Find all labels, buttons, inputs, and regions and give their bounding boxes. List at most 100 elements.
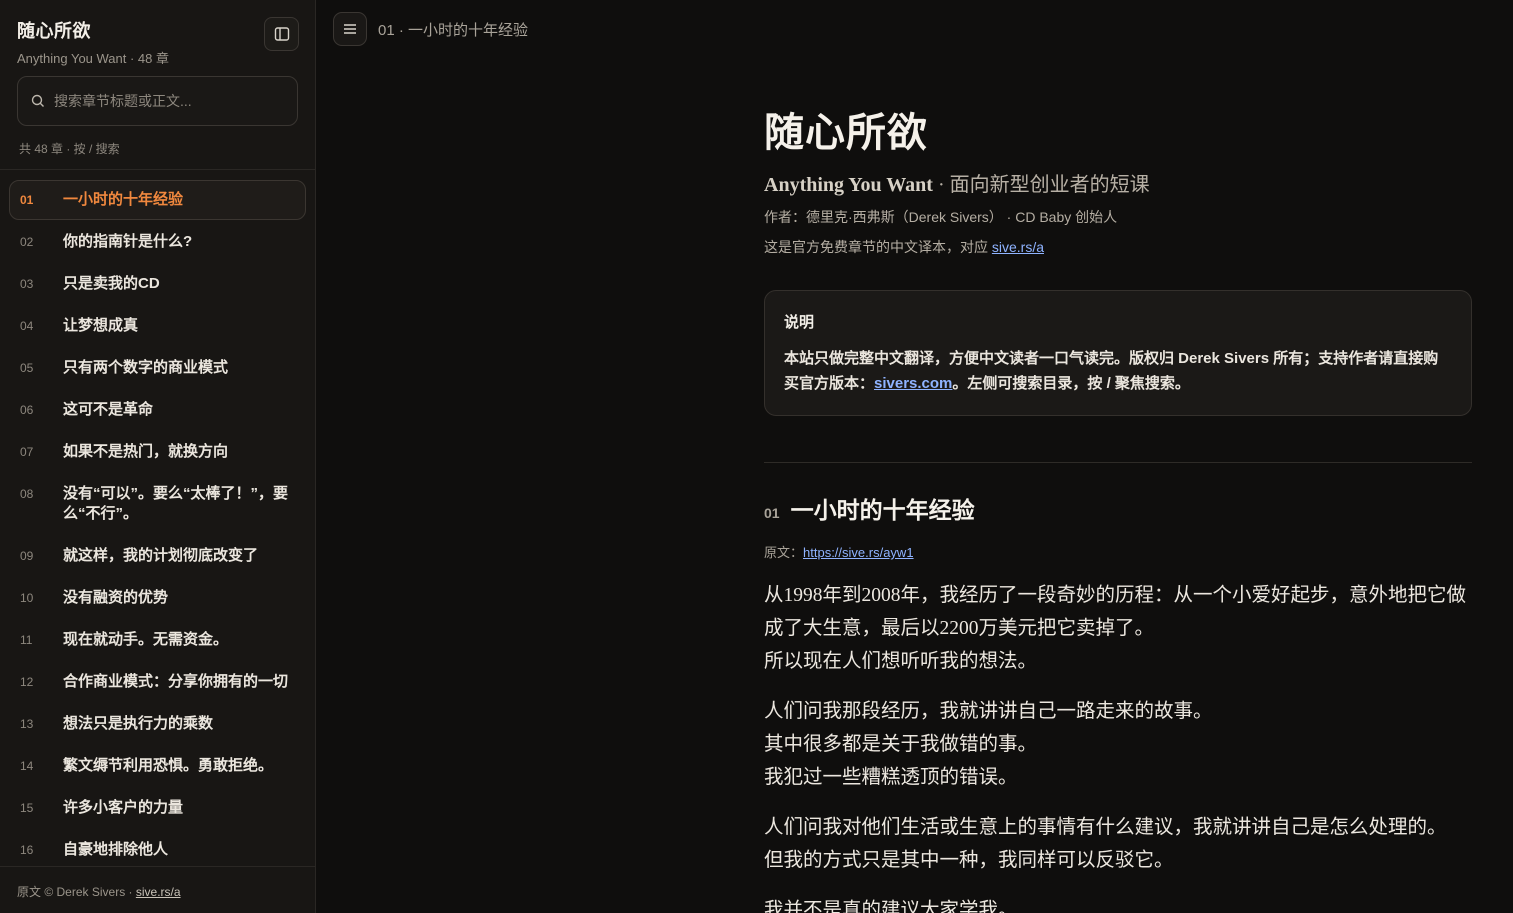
- translation-line: 这是官方免费章节的中文译本，对应 sive.rs/a: [764, 237, 1472, 257]
- sidebar-item-label: 让梦想成真: [63, 317, 139, 334]
- sidebar-item-number: 15: [20, 801, 34, 815]
- sidebar-item-number: 12: [20, 675, 34, 689]
- paragraph: 人们问我对他们生活或生意上的事情有什么建议，我就讲讲自己是怎么处理的。 但我的方式…: [764, 811, 1472, 877]
- sidebar-book-title: 随心所欲: [17, 21, 91, 41]
- sidebar-item-number: 02: [20, 235, 34, 249]
- sidebar-item-07[interactable]: 07 如果不是热门，就换方向: [9, 432, 306, 472]
- sidebar-item-08[interactable]: 08 没有“可以”。要么“太棒了！”，要么“不行”。: [9, 474, 306, 534]
- footer-source-link[interactable]: sive.rs/a: [136, 885, 181, 899]
- sidebar-item-label: 想法只是执行力的乘数: [63, 715, 214, 732]
- sidebar-item-11[interactable]: 11 现在就动手。无需资金。: [9, 620, 306, 660]
- chapter-heading: 01 一小时的十年经验: [764, 491, 1472, 525]
- sidebar-item-12[interactable]: 12 合作商业模式：分享你拥有的一切: [9, 662, 306, 702]
- paragraph-line: 人们问我那段经历，我就讲讲自己一路走来的故事。: [764, 701, 1213, 722]
- sidebar-footer: 原文 © Derek Sivers · sive.rs/a: [0, 866, 315, 913]
- notice-box: 说明 本站只做完整中文翻译，方便中文读者一口气读完。版权归 Derek Sive…: [764, 290, 1472, 416]
- chapter-title: 一小时的十年经验: [790, 497, 975, 523]
- sidebar-item-number: 03: [20, 277, 34, 291]
- sidebar-item-label: 合作商业模式：分享你拥有的一切: [63, 673, 289, 690]
- sidebar-item-label: 这可不是革命: [63, 401, 154, 418]
- sidebar-item-15[interactable]: 15 许多小客户的力量: [9, 788, 306, 828]
- paragraph-line: 我并不是真的建议大家学我。: [764, 900, 1018, 913]
- paragraph: 从1998年到2008年，我经历了一段奇妙的历程：从一个小爱好起步，意外地把它做…: [764, 579, 1472, 678]
- sidebar-item-number: 01: [20, 193, 34, 207]
- sidebar-item-16[interactable]: 16 自豪地排除他人: [9, 830, 306, 866]
- app-root: 随心所欲 Anything You Want · 48 章 共 48 章 · 按…: [0, 0, 1513, 913]
- search-box[interactable]: [17, 76, 298, 126]
- sidebar-item-number: 13: [20, 717, 34, 731]
- search-icon: [31, 94, 44, 107]
- paragraph-line: 我犯过一些糟糕透顶的错误。: [764, 767, 1018, 788]
- paragraph: 人们问我那段经历，我就讲讲自己一路走来的故事。 其中很多都是关于我做错的事。 我犯过…: [764, 695, 1472, 794]
- sidebar-item-14[interactable]: 14 繁文缛节利用恐惧。勇敢拒绝。: [9, 746, 306, 786]
- page-subtitle: Anything You Want · 面向新型创业者的短课: [764, 168, 1472, 197]
- sidebar-item-label: 没有“可以”。要么“太棒了！”，要么“不行”。: [63, 485, 289, 522]
- hamburger-icon: [344, 24, 356, 34]
- sidebar-item-05[interactable]: 05 只有两个数字的商业模式: [9, 348, 306, 388]
- chapter-number: 01: [764, 505, 780, 521]
- subtitle-chinese: · 面向新型创业者的短课: [932, 174, 1150, 196]
- sidebar-item-label: 只有两个数字的商业模式: [63, 359, 229, 376]
- footer-copyright: 原文 © Derek Sivers ·: [17, 885, 136, 899]
- sidebar-item-label: 如果不是热门，就换方向: [63, 443, 229, 460]
- paragraph-line: 所以现在人们想听听我的想法。: [764, 651, 1038, 672]
- sidebar-item-03[interactable]: 03 只是卖我的CD: [9, 264, 306, 304]
- sidebar-item-label: 许多小客户的力量: [63, 799, 184, 816]
- source-url-link[interactable]: https://sive.rs/ayw1: [803, 545, 914, 560]
- sidebar-item-number: 04: [20, 319, 34, 333]
- search-input[interactable]: [54, 93, 274, 109]
- sidebar-item-13[interactable]: 13 想法只是执行力的乘数: [9, 704, 306, 744]
- table-of-contents: 01 一小时的十年经验 02 你的指南针是什么? 03 只是卖我的CD 04 让梦想成真 05 只…: [0, 170, 315, 866]
- sidebar-item-09[interactable]: 09 就这样，我的计划彻底改变了: [9, 536, 306, 576]
- main-content: 01 · 一小时的十年经验 随心所欲 Anything You Want · 面…: [316, 0, 1513, 913]
- sidebar-item-label: 就这样，我的计划彻底改变了: [63, 547, 259, 564]
- sidebar-item-number: 16: [20, 843, 34, 857]
- sidebar-item-label: 现在就动手。无需资金。: [63, 631, 229, 648]
- notice-text-2: 。左侧可搜索目录，按 / 聚焦搜索。: [952, 375, 1190, 392]
- sidebar-item-02[interactable]: 02 你的指南针是什么?: [9, 222, 306, 262]
- sidebar-item-04[interactable]: 04 让梦想成真: [9, 306, 306, 346]
- chapter-count-hint: 共 48 章 · 按 / 搜索: [19, 142, 120, 156]
- source-label: 原文：: [764, 545, 804, 560]
- paragraph-line: 其中很多都是关于我做错的事。: [764, 734, 1038, 755]
- sidebar-item-number: 05: [20, 361, 34, 375]
- sidebar-item-label: 繁文缛节利用恐惧。勇敢拒绝。: [63, 757, 274, 774]
- sidebar-item-06[interactable]: 06 这可不是革命: [9, 390, 306, 430]
- translation-source-link[interactable]: sive.rs/a: [992, 239, 1044, 255]
- chapter-source: 原文：https://sive.rs/ayw1: [764, 542, 1472, 561]
- sidebar-item-01[interactable]: 01 一小时的十年经验: [9, 180, 306, 220]
- sidebar: 随心所欲 Anything You Want · 48 章 共 48 章 · 按…: [0, 0, 316, 913]
- paragraph-line: 从1998年到2008年，我经历了一段奇妙的历程：从一个小爱好起步，意外地把它做: [764, 585, 1467, 606]
- sidebar-item-label: 你的指南针是什么?: [63, 233, 193, 250]
- topbar: 01 · 一小时的十年经验: [333, 12, 528, 46]
- sidebar-item-10[interactable]: 10 没有融资的优势: [9, 578, 306, 618]
- sidebar-item-number: 11: [20, 633, 33, 647]
- sidebar-item-number: 07: [20, 445, 34, 459]
- paragraph-line: 但我的方式只是其中一种，我同样可以反驳它。: [764, 850, 1174, 871]
- sidebar-toggle-button[interactable]: [264, 17, 299, 51]
- sidebar-book-subtitle: Anything You Want · 48 章: [17, 51, 170, 66]
- paragraph-line: 人们问我对他们生活或生意上的事情有什么建议，我就讲讲自己是怎么处理的。: [764, 817, 1447, 838]
- notice-heading: 说明: [784, 314, 815, 331]
- sidebar-panel-icon: [274, 27, 289, 41]
- breadcrumb: 01 · 一小时的十年经验: [378, 21, 529, 39]
- sidebar-item-label: 只是卖我的CD: [63, 275, 160, 292]
- sidebar-item-number: 14: [20, 759, 34, 773]
- article: 随心所欲 Anything You Want · 面向新型创业者的短课 作者：德…: [764, 100, 1472, 913]
- sidebar-header: 随心所欲 Anything You Want · 48 章: [0, 0, 315, 72]
- translation-text: 这是官方免费章节的中文译本，对应: [764, 239, 992, 255]
- sidebar-item-label: 没有融资的优势: [63, 589, 169, 606]
- sidebar-item-number: 10: [20, 591, 34, 605]
- chapter-body: 从1998年到2008年，我经历了一段奇妙的历程：从一个小爱好起步，意外地把它做…: [764, 579, 1472, 913]
- menu-button[interactable]: [333, 12, 367, 46]
- page-title: 随心所欲: [764, 109, 928, 156]
- sidebar-item-label: 自豪地排除他人: [63, 841, 169, 858]
- section-divider: [764, 462, 1472, 463]
- subtitle-english: Anything You Want: [764, 174, 933, 196]
- notice-body: 本站只做完整中文翻译，方便中文读者一口气读完。版权归 Derek Sivers …: [784, 346, 1452, 396]
- notice-link[interactable]: sivers.com: [874, 375, 952, 392]
- paragraph-line: 成了大生意，最后以2200万美元把它卖掉了。: [764, 618, 1155, 639]
- sidebar-item-number: 09: [20, 549, 34, 563]
- sidebar-item-label: 一小时的十年经验: [63, 191, 184, 208]
- paragraph: 我并不是真的建议大家学我。: [764, 894, 1472, 913]
